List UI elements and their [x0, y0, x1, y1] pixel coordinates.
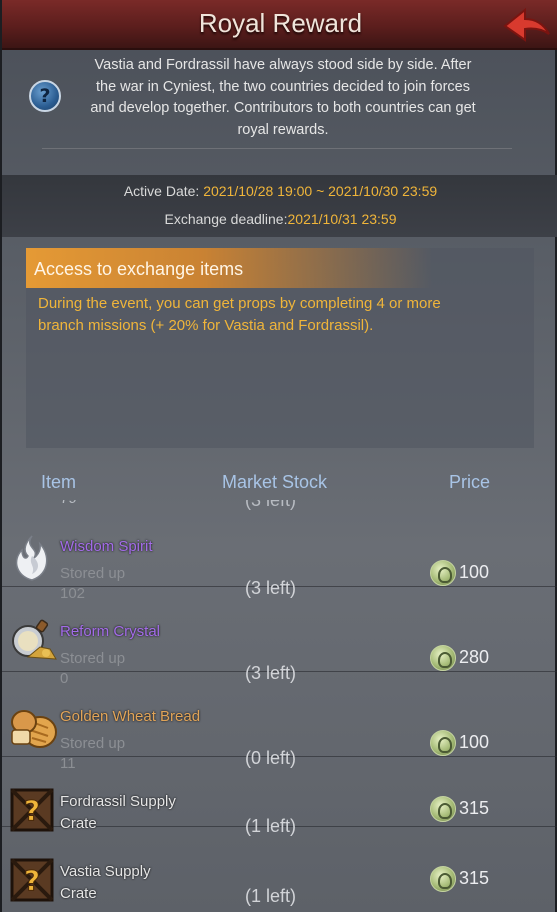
deadline-label: Exchange deadline:: [164, 211, 288, 227]
access-title: Access to exchange items: [34, 259, 244, 279]
price-value: 100: [459, 732, 490, 752]
white-flame-icon: [10, 534, 54, 581]
active-date: Active Date: 2021/10/28 19:00 ~ 2021/10/…: [2, 183, 557, 199]
divider: [42, 148, 512, 149]
back-button[interactable]: [501, 6, 553, 46]
stock-value: (1 left): [245, 886, 297, 906]
coin-icon: [430, 866, 456, 892]
item-name: Vastia Supply Crate: [60, 863, 151, 902]
stored-label: Stored up: [60, 735, 126, 752]
column-price: Price: [449, 472, 491, 492]
exchange-deadline: Exchange deadline:2021/10/31 23:59: [2, 211, 557, 227]
svg-text:?: ?: [24, 794, 40, 827]
access-description: During the event, you can get props by c…: [38, 293, 526, 337]
back-arrow-icon: [503, 7, 550, 42]
item-name-line: Fordrassil Supply: [60, 793, 176, 810]
coin-icon: [430, 560, 456, 586]
access-header: Access to exchange items: [26, 248, 534, 288]
table-row[interactable]: ? Fordrassil Supply Crate (1 left) 315: [2, 757, 557, 836]
table-row[interactable]: ? Vastia Supply Crate (1 left) 315: [2, 827, 557, 912]
intro-line: and develop together. Contributors to bo…: [90, 100, 476, 116]
item-name: Golden Wheat Bread: [60, 708, 201, 725]
price-value: 315: [459, 798, 490, 818]
potion-crystal-icon: [10, 619, 57, 665]
item-name: Wisdom Spirit: [60, 538, 153, 555]
intro-line: royal rewards.: [237, 121, 329, 138]
svg-text:?: ?: [24, 864, 40, 897]
bread-icon: [10, 704, 57, 750]
access-desc-line: During the event, you can get props by c…: [38, 295, 441, 312]
stored-label: Stored up: [60, 650, 126, 667]
intro-line: the war in Cyniest, the two countries de…: [96, 78, 470, 95]
column-item: Item: [41, 472, 77, 492]
help-icon[interactable]: ?: [29, 80, 61, 112]
item-name: Reform Crystal: [60, 623, 161, 640]
exchange-list[interactable]: 79 (3 left) Wisdom Spirit Stored up 102 …: [2, 500, 557, 912]
item-name-line: Crate: [60, 885, 97, 902]
table-header: Item Market Stock Price: [2, 462, 557, 500]
event-dates: Active Date: 2021/10/28 19:00 ~ 2021/10/…: [2, 175, 557, 237]
deadline-value: 2021/10/31 23:59: [287, 211, 397, 227]
price-value: 315: [459, 868, 490, 888]
stored-label: Stored up: [60, 565, 126, 582]
access-desc-line: branch missions (+ 20% for Vastia and Fo…: [38, 317, 374, 334]
coin-icon: [430, 796, 456, 822]
mystery-crate-icon: ?: [10, 858, 54, 904]
price-value: 280: [459, 647, 490, 667]
intro-description: Vastia and Fordrassil have always stood …: [68, 55, 498, 141]
table-row[interactable]: Golden Wheat Bread Stored up 11 (0 left)…: [2, 672, 557, 772]
reward-window: Royal Reward ? Vastia and Fordrassil hav…: [0, 0, 557, 912]
title-bar: Royal Reward: [2, 0, 557, 50]
active-date-value: 2021/10/28 19:00 ~ 2021/10/30 23:59: [203, 183, 438, 199]
price-value: 100: [459, 562, 490, 582]
intro-line: Vastia and Fordrassil have always stood …: [94, 57, 472, 73]
active-date-label: Active Date:: [123, 183, 204, 199]
table-row[interactable]: Reform Crystal Stored up 0 (3 left) 280: [2, 587, 557, 687]
coin-icon: [430, 730, 456, 756]
page-title: Royal Reward: [198, 8, 363, 38]
access-panel: Access to exchange items During the even…: [26, 248, 534, 448]
table-row[interactable]: Wisdom Spirit Stored up 102 (3 left) 100: [2, 502, 557, 602]
item-name-line: Vastia Supply: [60, 863, 151, 880]
column-market-stock: Market Stock: [222, 472, 328, 492]
coin-icon: [430, 645, 456, 671]
